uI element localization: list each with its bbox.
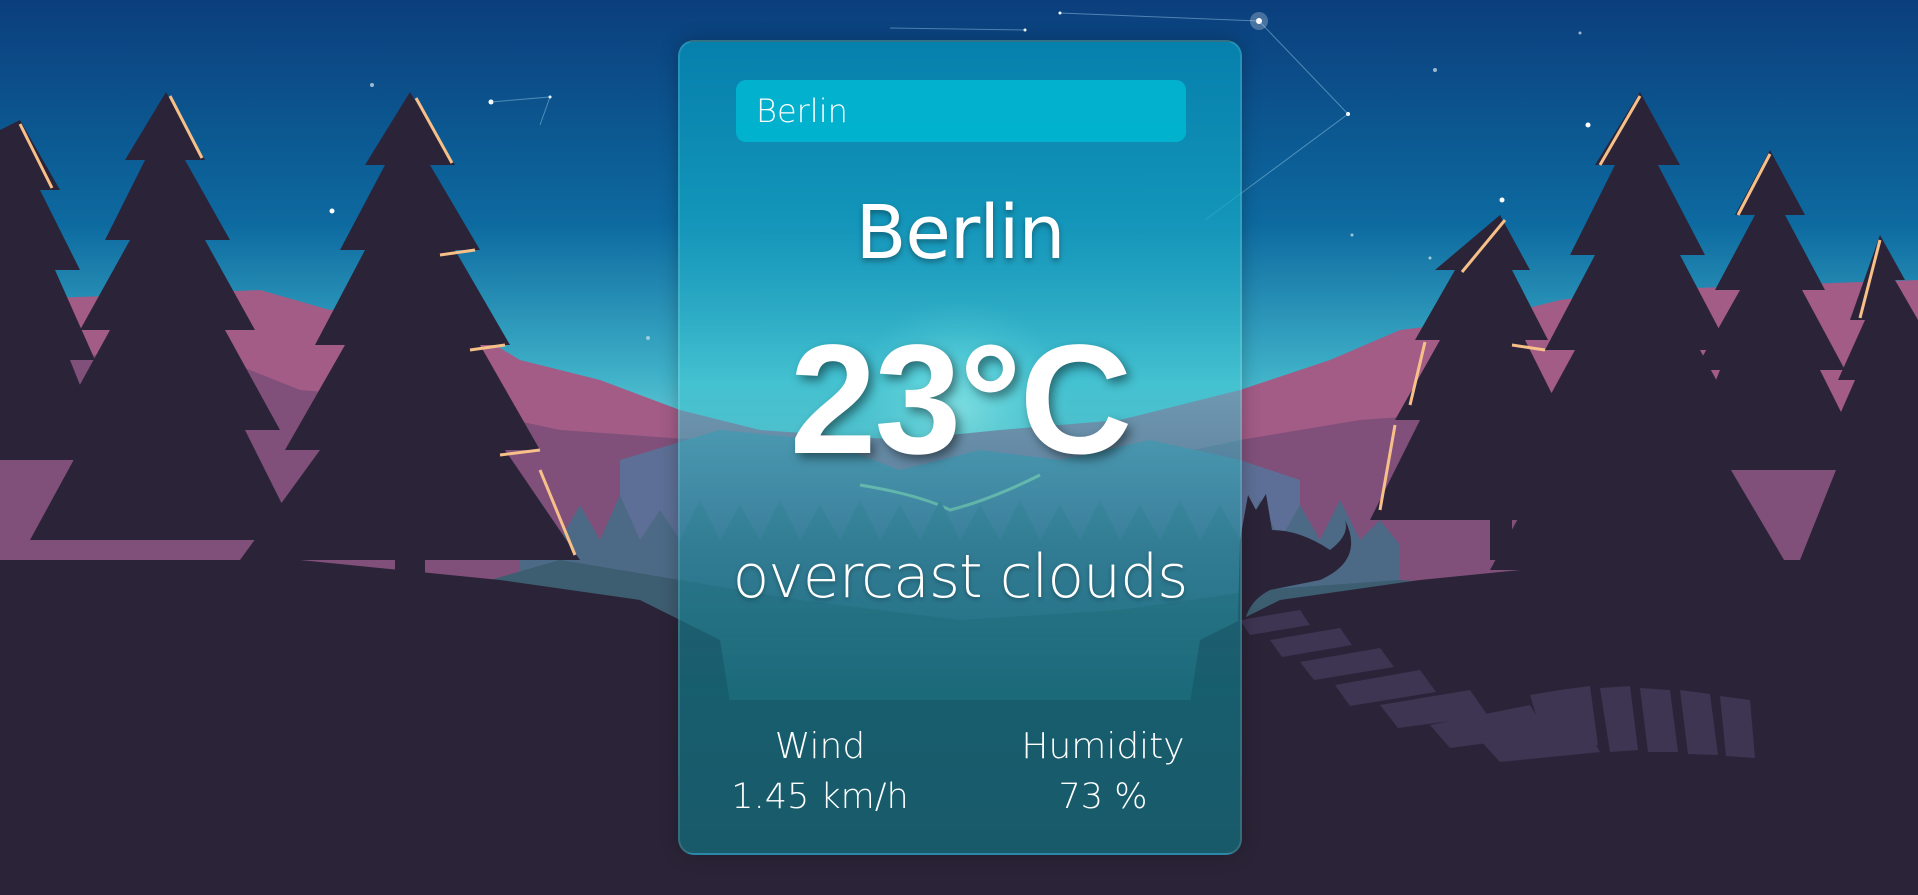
humidity-stat: Humidity 73 % bbox=[993, 724, 1213, 823]
wind-label: Wind bbox=[774, 726, 866, 767]
weather-description: overcast clouds bbox=[732, 542, 1189, 612]
temperature: 23°C bbox=[789, 313, 1133, 487]
humidity-value: 73 % bbox=[1058, 776, 1148, 817]
app-stage: Berlin 23°C overcast clouds Wind 1.45 km… bbox=[0, 0, 1918, 895]
wind-value: 1.45 km/h bbox=[731, 776, 909, 817]
city-name: Berlin bbox=[855, 190, 1066, 276]
weather-card: Berlin 23°C overcast clouds Wind 1.45 km… bbox=[678, 40, 1242, 855]
humidity-label: Humidity bbox=[1021, 726, 1185, 767]
city-search-input[interactable] bbox=[736, 80, 1186, 142]
wind-stat: Wind 1.45 km/h bbox=[710, 724, 930, 823]
